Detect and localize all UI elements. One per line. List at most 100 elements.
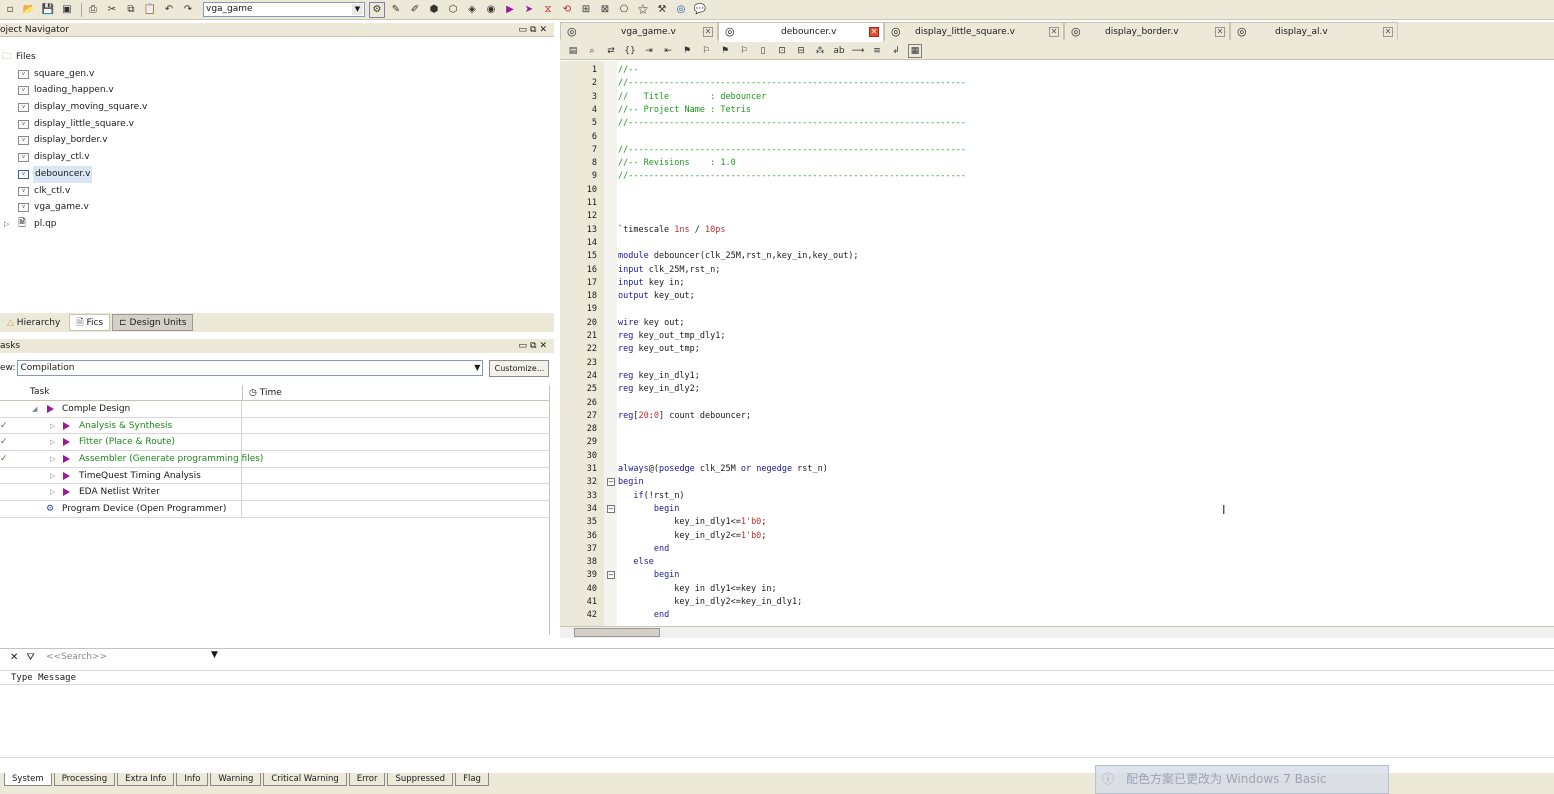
close-icon[interactable]: ✕ (1049, 27, 1059, 37)
file-item[interactable]: v display_border.v (0, 132, 554, 149)
file-item[interactable]: v display_little_square.v (0, 116, 554, 133)
code-line[interactable]: reg key_in_dly2; (618, 383, 700, 396)
code-line[interactable]: key_in_dly2<=1'b0; (618, 530, 766, 543)
tab-error[interactable]: Error (348, 773, 386, 786)
project-select[interactable]: vga_game ▼ (203, 2, 365, 17)
scroll-thumb[interactable] (574, 628, 660, 637)
customize-button[interactable]: Customize... (489, 359, 550, 377)
expand-icon[interactable]: ▷ (50, 484, 55, 501)
paste-icon[interactable]: 📋 (142, 2, 158, 18)
bookmark-icon[interactable]: ⚑ (680, 44, 694, 58)
task-row[interactable]: ✓ ▷ Assembler (Generate programming files) (0, 451, 549, 468)
chevron-down-icon[interactable]: ▼ (211, 650, 218, 660)
code-line[interactable]: `timescale 1ns / 10ps (618, 224, 726, 237)
code-editor[interactable]: 1 //-- 2 //--------------------------------… (560, 61, 1554, 626)
code-line[interactable]: // Title : debouncer (618, 91, 766, 104)
insert-icon[interactable]: ⊟ (794, 44, 808, 58)
code-line[interactable]: begin (618, 569, 680, 582)
fold-icon[interactable]: − (607, 571, 615, 579)
save-icon[interactable]: 💾 (40, 2, 56, 18)
unindent-icon[interactable]: ⇤ (661, 44, 675, 58)
signaltap-icon[interactable]: ⚝ (635, 2, 651, 18)
rtl-viewer-icon[interactable]: ⟲ (559, 2, 575, 18)
clear-bookmark-icon[interactable]: ⚐ (737, 44, 751, 58)
list-icon[interactable]: ≡ (870, 44, 884, 58)
code-line[interactable]: begin (618, 476, 644, 489)
stop-icon[interactable]: ◉ (483, 2, 499, 18)
code-line[interactable]: reg key_in_dly1; (618, 370, 700, 383)
code-line[interactable]: reg[20:0] count debouncer; (618, 410, 751, 423)
goto-icon[interactable]: ⟶ (851, 44, 865, 58)
code-line[interactable]: output key_out; (618, 290, 695, 303)
play-icon[interactable] (63, 421, 70, 430)
file-item[interactable]: v clk_ctl.v (0, 183, 554, 200)
play-icon[interactable] (63, 488, 70, 497)
task-row[interactable]: ✓ ▷ Fitter (Place & Route) (0, 434, 549, 452)
properties-icon[interactable]: ▦ (908, 43, 922, 58)
files-folder[interactable]: 🗀 Files (0, 49, 554, 66)
print-icon[interactable]: ⎙ (85, 2, 101, 18)
flow-select[interactable]: Compilation ▼ (17, 360, 484, 376)
prev-bookmark-icon[interactable]: ⚑ (718, 44, 732, 58)
tab-system[interactable]: System (4, 773, 52, 786)
close-icon[interactable]: ✕ (1383, 27, 1393, 37)
close-icon[interactable]: ✕ (10, 652, 18, 663)
redo-icon[interactable]: ↷ (180, 2, 196, 18)
tab-processing[interactable]: Processing (53, 773, 116, 786)
code-line[interactable]: wire key out; (618, 317, 685, 330)
code-line[interactable]: //--------------------------------------… (618, 117, 966, 130)
tab-files[interactable]: 🗎 Fics (69, 314, 111, 331)
tab-suppressed[interactable]: Suppressed (387, 773, 454, 786)
tab-debouncer[interactable]: ◎ debouncer.v ✕ (718, 22, 884, 42)
panel-controls-icon[interactable]: ▭⧉✕ (519, 23, 550, 37)
braces-icon[interactable]: {} (623, 44, 637, 58)
fitter-icon[interactable]: ◈ (464, 2, 480, 18)
tab-vga-game[interactable]: ◎ vga_game.v ✕ (560, 22, 718, 40)
code-line[interactable]: key in dly1<=key in; (618, 583, 776, 596)
undo-icon[interactable]: ↶ (161, 2, 177, 18)
tab-info[interactable]: Info (176, 773, 209, 786)
code-line[interactable]: always@(posedge clk_25M or negedge rst_n… (618, 463, 828, 476)
chat-icon[interactable]: 💬 (692, 2, 708, 18)
code-line[interactable]: end (618, 609, 669, 622)
code-line[interactable]: else (618, 556, 653, 569)
edit-icon[interactable]: ✐ (407, 2, 423, 18)
expand-icon[interactable]: ▷ (4, 216, 9, 233)
message-list[interactable] (0, 686, 1554, 758)
code-line[interactable]: reg key_out_tmp; (618, 343, 700, 356)
play-icon[interactable] (47, 405, 54, 413)
file-item[interactable]: v square_gen.v (0, 66, 554, 83)
chip-planner-icon[interactable]: ⊠ (597, 2, 613, 18)
windows-notification[interactable]: ⓘ 配色方案已更改为 Windows 7 Basic (1095, 765, 1389, 794)
file-item[interactable]: v display_moving_square.v (0, 99, 554, 116)
copy-icon[interactable]: ⧉ (123, 2, 139, 18)
tab-warning[interactable]: Warning (210, 773, 262, 786)
tab-flag[interactable]: Flag (455, 773, 489, 786)
programmer-icon[interactable]: ⎔ (616, 2, 632, 18)
code-line[interactable]: //-- Project Name : Tetris (618, 104, 751, 117)
file-item-selected[interactable]: v debouncer.v (0, 165, 554, 183)
tab-design-units[interactable]: ⊏ Design Units (112, 314, 194, 331)
collapse-icon[interactable]: ◢ (32, 401, 37, 418)
fold-icon[interactable]: − (607, 478, 615, 486)
task-row[interactable]: ◢ Comple Design (0, 401, 549, 418)
tab-display-al[interactable]: ◎ display_al.v ✕ (1230, 22, 1398, 40)
close-icon[interactable]: ✕ (703, 27, 713, 37)
code-line[interactable]: if(!rst_n) (618, 490, 684, 503)
code-line[interactable]: //--------------------------------------… (618, 77, 966, 90)
code-line[interactable]: input clk_25M,rst_n; (618, 264, 720, 277)
code-line[interactable]: //--------------------------------------… (618, 144, 966, 157)
expand-icon[interactable]: ▷ (50, 418, 55, 435)
pin-planner-icon[interactable]: ✎ (388, 2, 404, 18)
settings-icon[interactable]: ⚙ (369, 1, 385, 18)
code-line[interactable]: //-- Revisions : 1.0 (618, 157, 736, 170)
next-bookmark-icon[interactable]: ⚐ (699, 44, 713, 58)
netlist-icon[interactable]: ⊞ (578, 2, 594, 18)
expand-icon[interactable]: ▷ (50, 434, 55, 451)
file-item[interactable]: v loading_happen.v (0, 82, 554, 99)
panel-controls-icon[interactable]: ▭⧉✕ (519, 339, 550, 353)
cut-icon[interactable]: ✂ (104, 2, 120, 18)
task-row[interactable]: ⚙ Program Device (Open Programmer) (0, 501, 549, 518)
tab-display-little-square[interactable]: ◎ display_little_square.v ✕ (884, 22, 1064, 40)
indent-icon[interactable]: ⇥ (642, 44, 656, 58)
